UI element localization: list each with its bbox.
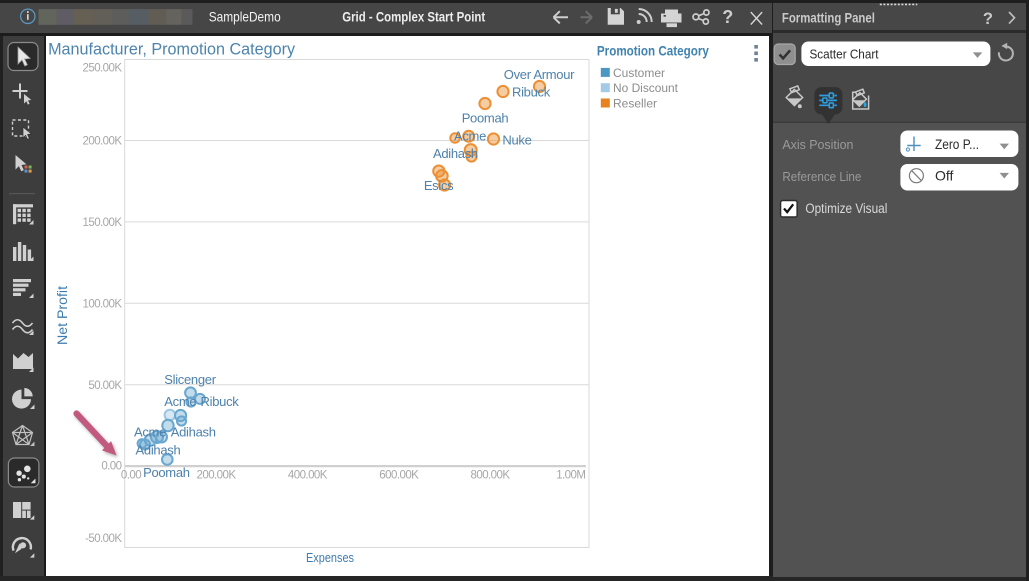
svg-text:?: ? — [722, 7, 733, 27]
svg-text:Poomah: Poomah — [462, 110, 509, 125]
svg-text:0.00: 0.00 — [101, 460, 121, 472]
svg-text:Reference Line: Reference Line — [782, 169, 861, 184]
svg-text:Acme: Acme — [134, 424, 166, 439]
svg-text:Off: Off — [935, 168, 954, 184]
svg-text:1.00M: 1.00M — [556, 469, 585, 481]
svg-text:800.00K: 800.00K — [471, 469, 511, 481]
svg-text:-50.00K: -50.00K — [85, 533, 122, 545]
svg-text:Acme: Acme — [164, 394, 196, 409]
svg-text:Poomah: Poomah — [143, 465, 190, 480]
svg-text:Zero P...: Zero P... — [935, 136, 979, 152]
svg-text:?: ? — [982, 10, 992, 28]
svg-text:200.00K: 200.00K — [197, 469, 237, 481]
svg-text:Promotion Category: Promotion Category — [597, 43, 709, 58]
svg-text:100.00K: 100.00K — [83, 298, 123, 310]
svg-text:Adihash: Adihash — [171, 424, 216, 439]
svg-text:Optimize Visual: Optimize Visual — [805, 201, 887, 216]
svg-text:Ribuck: Ribuck — [201, 394, 240, 409]
svg-text:Scatter Chart: Scatter Chart — [809, 46, 878, 61]
svg-text:50.00K: 50.00K — [88, 379, 122, 391]
svg-text:Customer: Customer — [613, 65, 665, 79]
svg-text:Nuke: Nuke — [502, 132, 531, 147]
svg-text:Slicenger: Slicenger — [164, 371, 216, 386]
svg-text:200.00K: 200.00K — [83, 135, 123, 147]
svg-text:Adihash: Adihash — [136, 442, 181, 457]
svg-text:Reseller: Reseller — [613, 96, 657, 110]
svg-text:400.00K: 400.00K — [288, 469, 328, 481]
svg-text:Over Armour: Over Armour — [504, 66, 575, 81]
svg-text:SampleDemo: SampleDemo — [209, 9, 281, 25]
svg-text:No Discount: No Discount — [613, 81, 679, 95]
svg-text:150.00K: 150.00K — [83, 217, 123, 229]
svg-text:Expenses: Expenses — [306, 549, 354, 564]
svg-text:Ribuck: Ribuck — [512, 84, 551, 99]
svg-text:Acme: Acme — [454, 128, 486, 143]
svg-text:0.00: 0.00 — [121, 469, 141, 481]
svg-text:Esics: Esics — [424, 178, 454, 193]
svg-text:Adihash: Adihash — [433, 146, 478, 161]
svg-text:Formatting Panel: Formatting Panel — [781, 11, 874, 26]
svg-text:Net Profit: Net Profit — [55, 285, 70, 344]
svg-text:Axis Position: Axis Position — [782, 137, 853, 152]
svg-text:250.00K: 250.00K — [83, 62, 123, 74]
svg-text:Grid - Complex Start Point: Grid - Complex Start Point — [342, 8, 485, 24]
svg-text:600.00K: 600.00K — [379, 469, 419, 481]
svg-text:Manufacturer, Promotion Catego: Manufacturer, Promotion Category — [48, 39, 295, 58]
